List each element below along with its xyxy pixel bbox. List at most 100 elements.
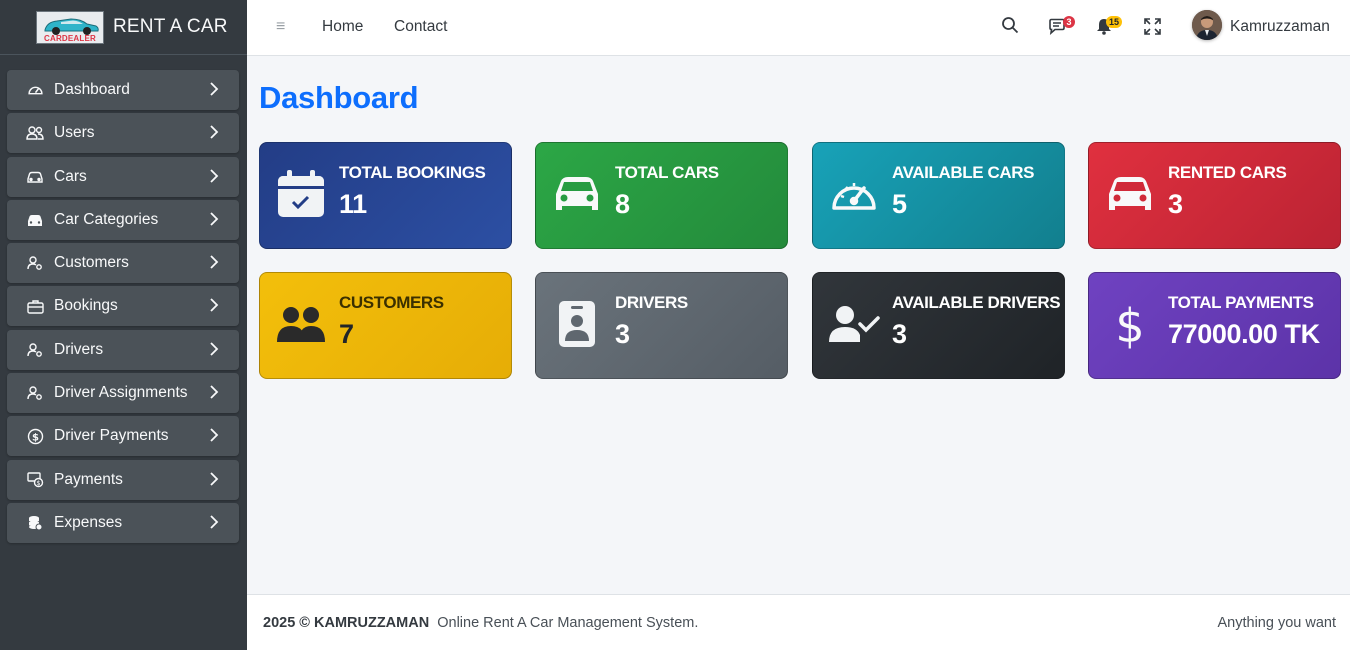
brand-logo: CARDEALER — [36, 10, 104, 44]
person-badge-icon — [551, 298, 603, 350]
stat-value: 3 — [1168, 189, 1183, 219]
sidebar-item-label: Customers — [54, 254, 129, 272]
car-icon — [26, 168, 44, 186]
dollar-icon: $ — [1104, 298, 1156, 350]
chevron-right-icon — [209, 385, 219, 404]
sidebar-item-label: Users — [54, 124, 95, 142]
stat-label: AVAILABLE CARS — [892, 163, 1035, 182]
page-title: Dashboard — [259, 80, 419, 115]
sidebar-item-label: Bookings — [54, 297, 118, 315]
sidebar-nav: Dashboard Users Cars Car Categories Cust… — [7, 70, 239, 546]
stat-value: 7 — [339, 319, 354, 349]
sidebar-item-expenses[interactable]: Expenses — [7, 502, 239, 543]
sidebar-item-car-categories[interactable]: Car Categories — [7, 199, 239, 240]
sidebar-item-label: Driver Payments — [54, 427, 169, 445]
sidebar-item-label: Cars — [54, 167, 87, 185]
sidebar-item-payments[interactable]: $ Payments — [7, 459, 239, 500]
stat-label: TOTAL BOOKINGS — [339, 163, 486, 182]
footer-copyright: 2025 © KAMRUZZAMAN — [263, 615, 430, 631]
chevron-right-icon — [209, 472, 219, 491]
chevron-right-icon — [209, 428, 219, 447]
person-check-icon — [828, 298, 880, 350]
chevron-right-icon — [209, 515, 219, 534]
briefcase-icon — [26, 297, 44, 315]
username[interactable]: Kamruzzaman — [1230, 18, 1330, 36]
sidebar-item-label: Driver Assignments — [54, 384, 188, 402]
speedometer-icon — [828, 168, 880, 220]
car-front-icon — [26, 211, 44, 229]
person-gear-icon — [26, 341, 44, 359]
stat-label: CUSTOMERS — [339, 293, 444, 312]
person-gear-icon — [26, 384, 44, 402]
stat-value: 3 — [615, 319, 630, 349]
car-front-icon — [1104, 168, 1156, 220]
stat-value: 5 — [892, 189, 907, 219]
stat-label: TOTAL CARS — [615, 163, 719, 182]
sidebar-item-bookings[interactable]: Bookings — [7, 286, 239, 327]
sidebar: CARDEALER RENT A CAR Dashboard Users Car… — [0, 0, 247, 650]
stat-card-total-cars[interactable]: TOTAL CARS 8 — [535, 142, 788, 249]
person-gear-icon — [26, 254, 44, 272]
nav-link-contact[interactable]: Contact — [394, 18, 447, 36]
sidebar-item-drivers[interactable]: Drivers — [7, 329, 239, 370]
cash-coin-icon: $ — [26, 471, 44, 489]
sidebar-item-label: Payments — [54, 470, 123, 488]
stat-value: 77000.00 TK — [1168, 319, 1320, 349]
dollar-circle-icon: $ — [26, 427, 44, 445]
footer-copyright-line: 2025 © KAMRUZZAMAN Online Rent A Car Man… — [263, 615, 698, 631]
fullscreen-icon[interactable] — [1144, 18, 1161, 40]
sidebar-item-label: Dashboard — [54, 81, 130, 98]
stat-card-drivers[interactable]: DRIVERS 3 — [535, 272, 788, 379]
svg-text:$: $ — [32, 432, 39, 443]
chevron-right-icon — [209, 342, 219, 361]
footer-right-text: Anything you want — [1217, 615, 1337, 631]
avatar[interactable] — [1192, 10, 1222, 40]
sidebar-item-customers[interactable]: Customers — [7, 243, 239, 284]
coins-stack-icon — [26, 514, 44, 532]
stat-card-available-drivers[interactable]: AVAILABLE DRIVERS 3 — [812, 272, 1065, 379]
car-front-icon — [551, 168, 603, 220]
stat-label: TOTAL PAYMENTS — [1168, 293, 1314, 312]
sidebar-item-driver-assignments[interactable]: Driver Assignments — [7, 373, 239, 414]
search-icon[interactable] — [1001, 16, 1019, 39]
people-icon — [26, 124, 44, 142]
chevron-right-icon — [209, 82, 219, 101]
chevron-right-icon — [209, 212, 219, 231]
footer-tagline: Online Rent A Car Management System. — [437, 615, 699, 631]
stat-value: 11 — [339, 189, 367, 219]
sidebar-item-driver-payments[interactable]: $ Driver Payments — [7, 416, 239, 457]
messages-badge: 3 — [1063, 16, 1075, 28]
speedometer-icon — [26, 81, 44, 99]
sidebar-item-label: Expenses — [54, 513, 123, 531]
stat-card-rented-cars[interactable]: RENTED CARS 3 — [1088, 142, 1341, 249]
sidebar-item-cars[interactable]: Cars — [7, 156, 239, 197]
topbar: ≡ Home Contact 3 15 Kamruzzaman — [247, 0, 1350, 56]
stat-label: DRIVERS — [615, 293, 688, 312]
chevron-right-icon — [209, 298, 219, 317]
stat-label: AVAILABLE DRIVERS — [892, 293, 1061, 312]
svg-text:$: $ — [1115, 299, 1144, 350]
stat-card-total-payments[interactable]: $ TOTAL PAYMENTS 77000.00 TK — [1088, 272, 1341, 379]
brand-name: RENT A CAR — [113, 16, 228, 37]
stat-card-available-cars[interactable]: AVAILABLE CARS 5 — [812, 142, 1065, 249]
sidebar-item-label: Car Categories — [54, 210, 159, 228]
menu-toggle-icon[interactable]: ≡ — [276, 18, 285, 36]
footer: 2025 © KAMRUZZAMAN Online Rent A Car Man… — [247, 594, 1350, 650]
notifications-badge: 15 — [1106, 16, 1123, 28]
stat-value: 8 — [615, 189, 630, 219]
logo-text: CARDEALER — [43, 33, 97, 43]
calendar-check-icon — [275, 168, 327, 220]
chevron-right-icon — [209, 168, 219, 188]
svg-text:$: $ — [36, 479, 40, 487]
stat-card-customers[interactable]: CUSTOMERS 7 — [259, 272, 512, 379]
sidebar-item-dashboard[interactable]: Dashboard — [7, 70, 239, 110]
sidebar-item-users[interactable]: Users — [7, 113, 239, 154]
chevron-right-icon — [209, 255, 219, 274]
nav-link-home[interactable]: Home — [322, 18, 363, 36]
stat-value: 3 — [892, 319, 907, 349]
brand-link[interactable]: CARDEALER RENT A CAR — [0, 0, 247, 55]
people-fill-icon — [275, 298, 327, 350]
stat-label: RENTED CARS — [1168, 163, 1287, 182]
sidebar-item-label: Drivers — [54, 340, 104, 358]
stat-card-total-bookings[interactable]: TOTAL BOOKINGS 11 — [259, 142, 512, 249]
